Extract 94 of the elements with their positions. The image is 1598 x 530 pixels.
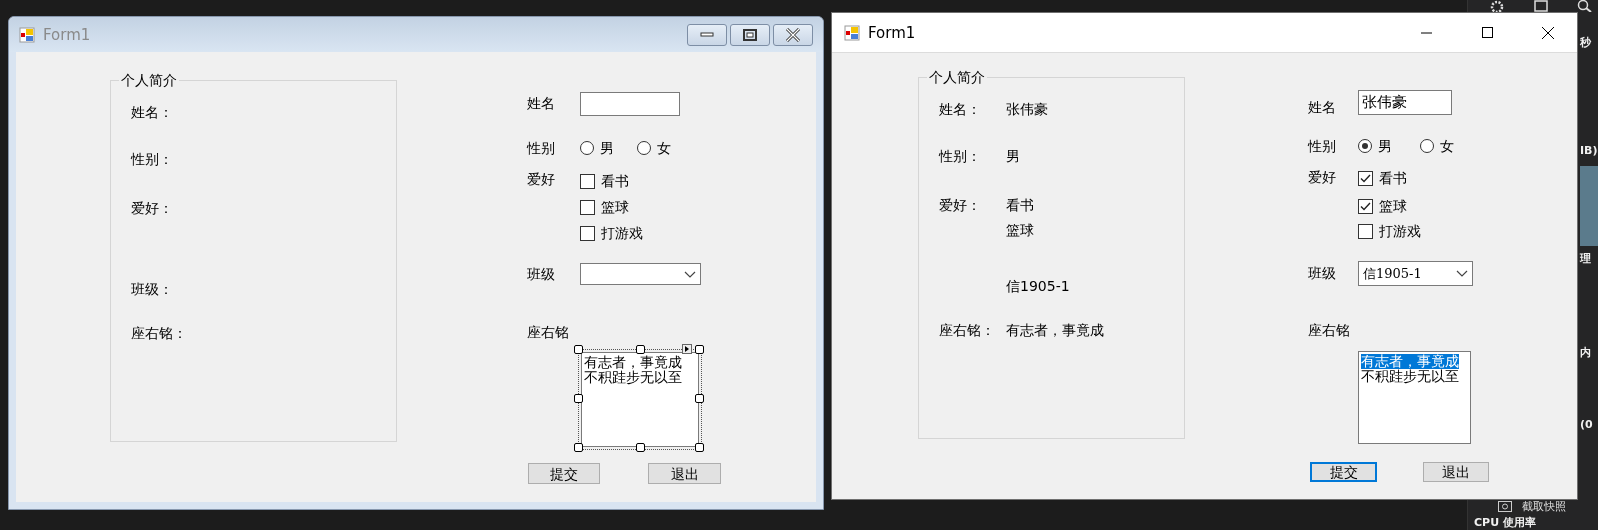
zoom-icon[interactable] bbox=[1577, 0, 1593, 12]
checkbox-option[interactable]: 看书 bbox=[580, 172, 629, 190]
field-label: 爱好： bbox=[131, 199, 173, 217]
motto-textbox[interactable]: 有志者，事竟成 不积跬步无以至 bbox=[581, 352, 699, 447]
resize-handle[interactable] bbox=[574, 345, 583, 354]
field-label: 座右铭： bbox=[939, 321, 995, 339]
panel-heading: CPU 使用率 bbox=[1474, 516, 1536, 529]
radio-indicator[interactable] bbox=[1420, 139, 1434, 153]
field-label: 爱好 bbox=[527, 170, 555, 188]
panel-label: IB) bbox=[1580, 144, 1598, 158]
text-line: 有志者，事竟成 bbox=[584, 355, 682, 370]
field-label: 班级： bbox=[131, 280, 173, 298]
maximize-icon bbox=[1481, 27, 1493, 38]
gear-icon[interactable] bbox=[1490, 0, 1504, 12]
checkbox[interactable] bbox=[1358, 170, 1373, 186]
field-label: 座右铭： bbox=[131, 324, 187, 342]
checkbox[interactable] bbox=[1358, 223, 1373, 239]
resize-handle[interactable] bbox=[695, 443, 704, 452]
radio-option[interactable]: 女 bbox=[637, 139, 671, 157]
close-button[interactable] bbox=[773, 23, 813, 46]
name-field[interactable]: 张伟豪 bbox=[1358, 90, 1452, 115]
name-field[interactable] bbox=[580, 92, 680, 116]
minimize-icon bbox=[700, 31, 714, 38]
resize-handle[interactable] bbox=[695, 345, 704, 354]
field-label: 爱好 bbox=[1308, 168, 1336, 186]
radio-option[interactable]: 男 bbox=[1358, 137, 1392, 155]
class-dropdown[interactable] bbox=[580, 263, 701, 285]
checkbox-option[interactable]: 打游戏 bbox=[580, 224, 643, 242]
checkbox-option[interactable]: 打游戏 bbox=[1358, 222, 1421, 240]
maximize-icon bbox=[743, 28, 757, 41]
resize-handle[interactable] bbox=[695, 394, 704, 403]
field-value: 男 bbox=[1006, 147, 1020, 165]
field-label: 姓名 bbox=[1308, 98, 1336, 116]
checkbox-option[interactable]: 看书 bbox=[1358, 169, 1407, 187]
text-line: 不积跬步无以至 bbox=[1361, 369, 1459, 384]
checkbox[interactable] bbox=[580, 173, 595, 189]
motto-textbox[interactable]: 有志者，事竟成 不积跬步无以至 bbox=[1358, 351, 1471, 444]
radio-indicator[interactable] bbox=[637, 141, 651, 155]
camera-icon[interactable] bbox=[1498, 501, 1512, 512]
group-title: 个人简介 bbox=[119, 72, 179, 88]
resize-handle[interactable] bbox=[636, 345, 645, 354]
minimize-icon bbox=[1420, 31, 1432, 34]
panel-label: 秒 bbox=[1580, 36, 1591, 50]
field-label: 性别： bbox=[131, 150, 173, 168]
radio-indicator[interactable] bbox=[1358, 139, 1372, 153]
smart-tag-icon[interactable] bbox=[682, 344, 692, 354]
field-label: 性别： bbox=[939, 147, 981, 165]
field-value: 张伟豪 bbox=[1006, 100, 1048, 118]
form-button[interactable]: 提交 bbox=[1310, 462, 1377, 482]
field-label: 座右铭 bbox=[527, 323, 569, 341]
text-line: 不积跬步无以至 bbox=[584, 370, 682, 385]
class-dropdown[interactable]: 信1905-1 bbox=[1358, 261, 1473, 286]
radio-option[interactable]: 女 bbox=[1420, 137, 1454, 155]
checkbox-option[interactable]: 篮球 bbox=[580, 198, 629, 216]
field-label: 姓名： bbox=[131, 103, 173, 121]
maximize-button[interactable] bbox=[730, 23, 770, 46]
field-value: 信1905-1 bbox=[1006, 277, 1070, 295]
field-value: 篮球 bbox=[1006, 221, 1034, 239]
field-label: 座右铭 bbox=[1308, 321, 1350, 339]
chevron-icon bbox=[684, 270, 696, 278]
resize-handle[interactable] bbox=[636, 443, 645, 452]
radio-option[interactable]: 男 bbox=[580, 139, 614, 157]
resize-handle[interactable] bbox=[574, 443, 583, 452]
checkbox-option[interactable]: 篮球 bbox=[1358, 197, 1407, 215]
form-icon bbox=[19, 26, 35, 43]
field-label: 姓名 bbox=[527, 94, 555, 112]
snapshot-icon[interactable] bbox=[1534, 0, 1548, 12]
window-title: Form1 bbox=[868, 23, 916, 42]
chevron-icon bbox=[1456, 270, 1468, 277]
field-label: 爱好： bbox=[939, 196, 981, 214]
field-label: 性别 bbox=[1308, 137, 1336, 155]
group-title: 个人简介 bbox=[927, 69, 987, 85]
checkbox[interactable] bbox=[580, 225, 595, 241]
field-label: 班级 bbox=[527, 265, 555, 283]
radio-indicator[interactable] bbox=[580, 141, 594, 155]
close-icon bbox=[1542, 26, 1554, 39]
field-value: 有志者，事竟成 bbox=[1006, 321, 1104, 339]
checkbox[interactable] bbox=[580, 199, 595, 215]
window-title: Form1 bbox=[43, 25, 91, 44]
checkbox[interactable] bbox=[1358, 198, 1373, 214]
field-label: 性别 bbox=[527, 139, 555, 157]
panel-label: 理 bbox=[1580, 252, 1591, 266]
resize-handle[interactable] bbox=[574, 394, 583, 403]
panel-label: 内 bbox=[1580, 346, 1591, 360]
field-label: 姓名： bbox=[939, 100, 981, 118]
snapshot-button[interactable]: 截取快照 bbox=[1522, 500, 1566, 513]
form-button[interactable]: 退出 bbox=[1423, 462, 1489, 482]
close-icon bbox=[785, 27, 801, 42]
field-value: 看书 bbox=[1006, 196, 1034, 214]
panel-label: (0 bbox=[1580, 418, 1593, 432]
form-button[interactable]: 退出 bbox=[648, 463, 721, 484]
field-label: 班级 bbox=[1308, 264, 1336, 282]
form-button[interactable]: 提交 bbox=[528, 463, 600, 484]
form-icon bbox=[844, 24, 860, 41]
